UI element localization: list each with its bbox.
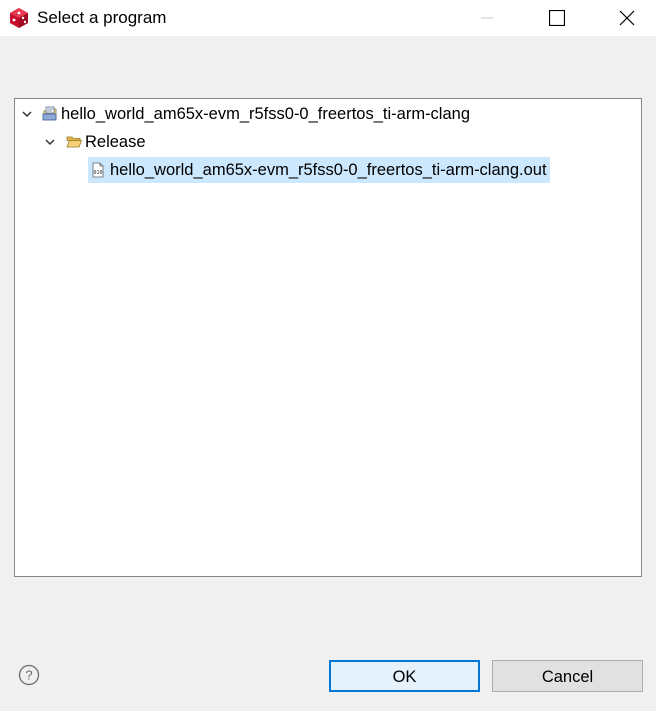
- cancel-button[interactable]: Cancel: [492, 660, 643, 692]
- tree-item-label: Release: [85, 133, 146, 151]
- tree-item-label: hello_world_am65x-evm_r5fss0-0_freertos_…: [110, 161, 547, 179]
- maximize-icon: [549, 10, 565, 26]
- title-bar: Select a program: [0, 0, 656, 36]
- window-title: Select a program: [37, 8, 167, 27]
- ok-button[interactable]: OK: [329, 660, 480, 692]
- chevron-down-icon[interactable]: [43, 135, 57, 149]
- project-icon: [42, 106, 58, 122]
- maximize-button[interactable]: [534, 0, 580, 36]
- svg-text:?: ?: [25, 668, 32, 683]
- chevron-down-icon[interactable]: [20, 107, 34, 121]
- svg-text:010: 010: [93, 170, 102, 176]
- program-tree[interactable]: hello_world_am65x-evm_r5fss0-0_freertos_…: [14, 98, 642, 577]
- binary-file-icon: 010: [90, 162, 106, 178]
- minimize-icon: [481, 17, 493, 19]
- app-cube-icon: [10, 8, 28, 28]
- tree-item-project[interactable]: hello_world_am65x-evm_r5fss0-0_freertos_…: [20, 101, 470, 127]
- tree-item-label: hello_world_am65x-evm_r5fss0-0_freertos_…: [61, 105, 471, 123]
- help-icon[interactable]: ?: [18, 664, 40, 686]
- minimize-button[interactable]: [464, 0, 510, 36]
- open-folder-icon: [66, 134, 82, 150]
- close-icon: [619, 10, 635, 26]
- close-button[interactable]: [604, 0, 650, 36]
- tree-item-out-file[interactable]: 010 hello_world_am65x-evm_r5fss0-0_freer…: [88, 157, 550, 183]
- tree-item-release[interactable]: Release: [43, 129, 146, 155]
